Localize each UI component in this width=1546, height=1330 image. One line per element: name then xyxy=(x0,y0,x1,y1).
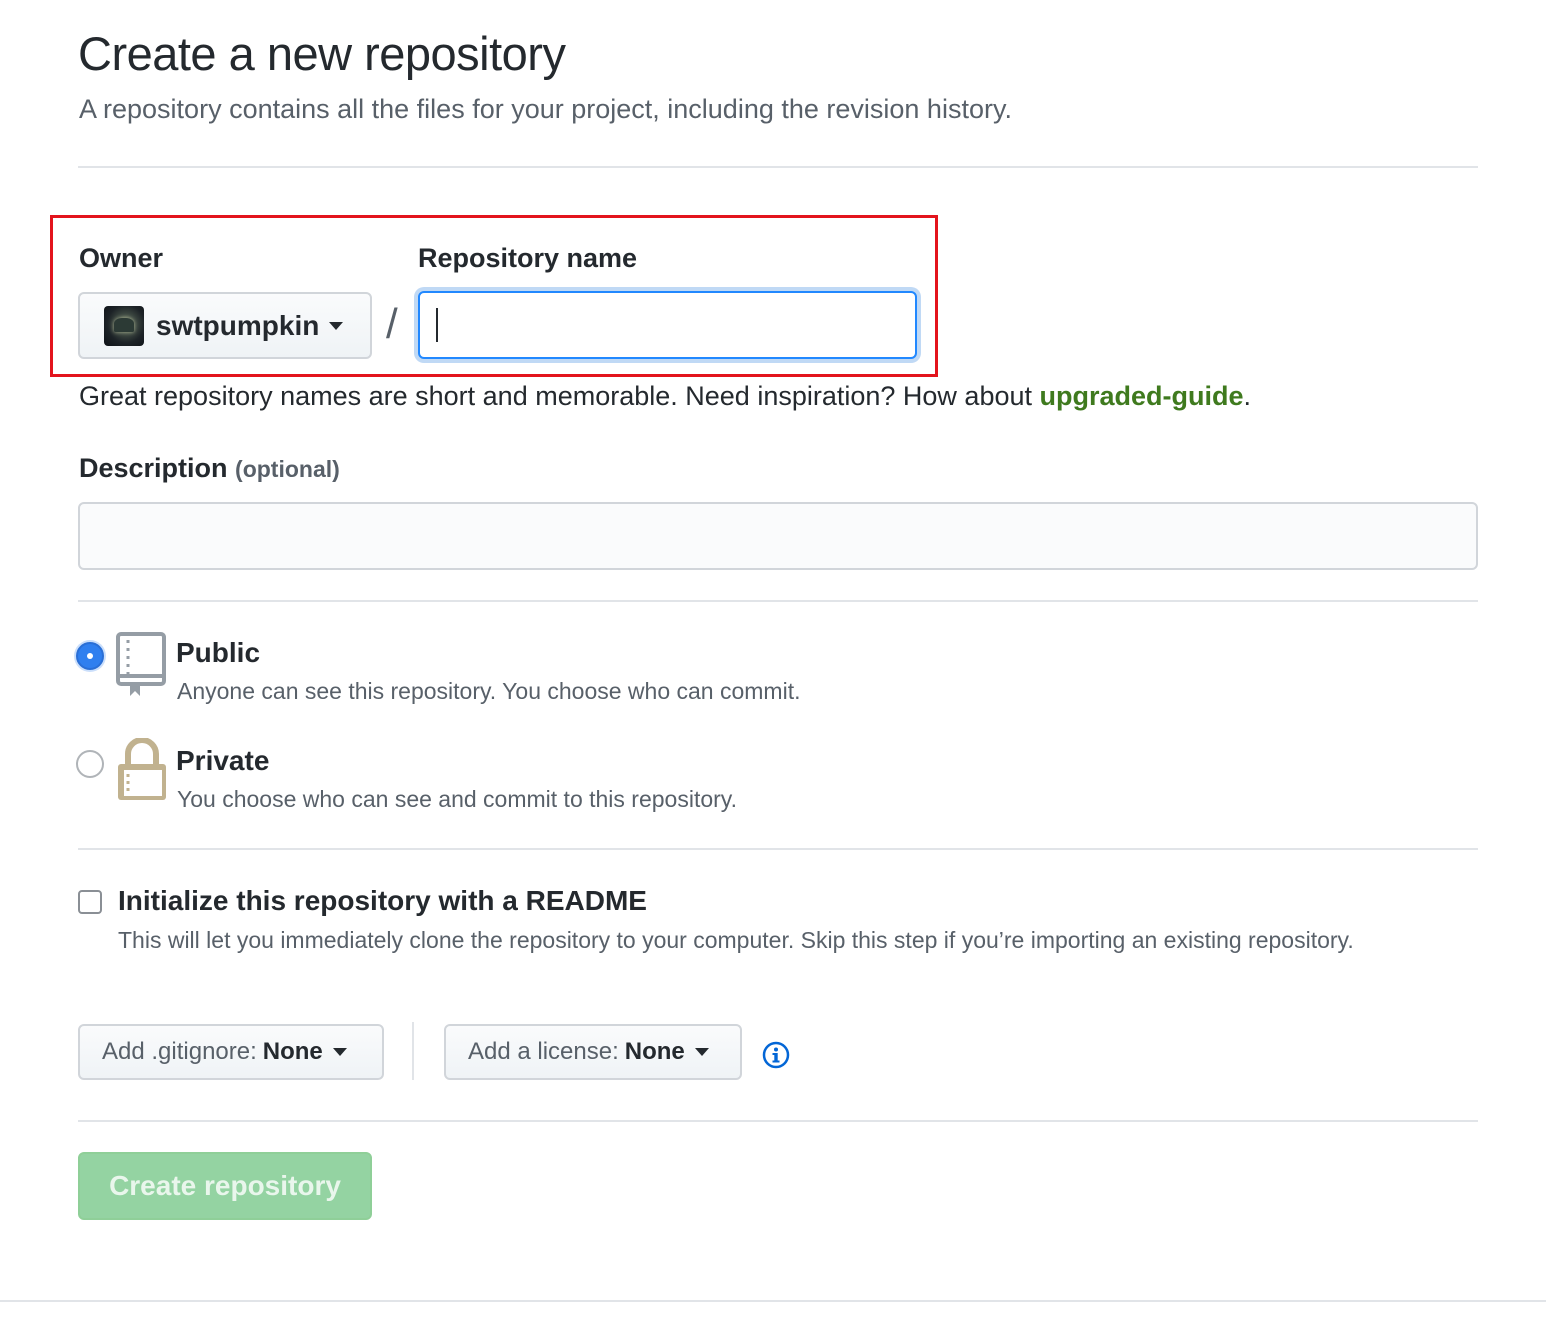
avatar xyxy=(104,305,144,346)
page-title: Create a new repository xyxy=(78,27,566,80)
gitignore-dropdown[interactable]: Add .gitignore: None xyxy=(78,1024,384,1080)
dropdown-separator xyxy=(412,1022,414,1080)
description-label: Description (optional) xyxy=(79,453,340,484)
readme-title: Initialize this repository with a README xyxy=(118,885,647,916)
license-dropdown[interactable]: Add a license: None xyxy=(444,1024,742,1080)
text-cursor xyxy=(436,308,438,342)
public-title: Public xyxy=(176,637,261,668)
repo-name-input[interactable] xyxy=(418,291,917,359)
public-desc: Anyone can see this repository. You choo… xyxy=(177,678,801,704)
gitignore-value: None xyxy=(262,1038,323,1065)
chevron-down-icon xyxy=(329,321,344,330)
chevron-down-icon xyxy=(694,1048,709,1056)
readme-checkbox[interactable] xyxy=(78,890,102,914)
hint-text: Great repository names are short and mem… xyxy=(79,381,1040,411)
description-label-text: Description xyxy=(79,453,228,483)
chevron-down-icon xyxy=(332,1048,347,1056)
description-input[interactable] xyxy=(78,502,1478,570)
footer-divider xyxy=(0,1300,1546,1302)
repo-book-icon xyxy=(116,632,166,696)
lock-icon xyxy=(118,738,166,800)
create-repository-button[interactable]: Create repository xyxy=(78,1152,372,1220)
header-divider xyxy=(78,166,1478,168)
owner-repo-separator: / xyxy=(386,300,398,347)
owner-select[interactable]: swtpumpkin xyxy=(78,292,372,359)
description-divider xyxy=(78,600,1478,602)
public-radio[interactable] xyxy=(76,642,104,670)
readme-desc: This will let you immediately clone the … xyxy=(118,927,1354,953)
repo-name-hint: Great repository names are short and mem… xyxy=(79,381,1251,412)
info-icon[interactable] xyxy=(762,1041,790,1069)
gitignore-prefix: Add .gitignore: xyxy=(102,1038,257,1065)
private-radio[interactable] xyxy=(76,750,104,778)
optional-tag: (optional) xyxy=(235,456,340,482)
repo-name-label: Repository name xyxy=(418,243,638,273)
private-title: Private xyxy=(176,745,270,776)
private-desc: You choose who can see and commit to thi… xyxy=(177,786,737,812)
name-suggestion-link[interactable]: upgraded-guide xyxy=(1040,381,1244,411)
visibility-divider xyxy=(78,848,1478,850)
license-prefix: Add a license: xyxy=(468,1038,619,1065)
options-divider xyxy=(78,1120,1478,1122)
owner-label: Owner xyxy=(79,243,164,273)
page-subtitle: A repository contains all the files for … xyxy=(79,94,1012,124)
license-value: None xyxy=(624,1038,685,1065)
hint-period: . xyxy=(1243,381,1252,411)
owner-name: swtpumpkin xyxy=(156,309,320,341)
